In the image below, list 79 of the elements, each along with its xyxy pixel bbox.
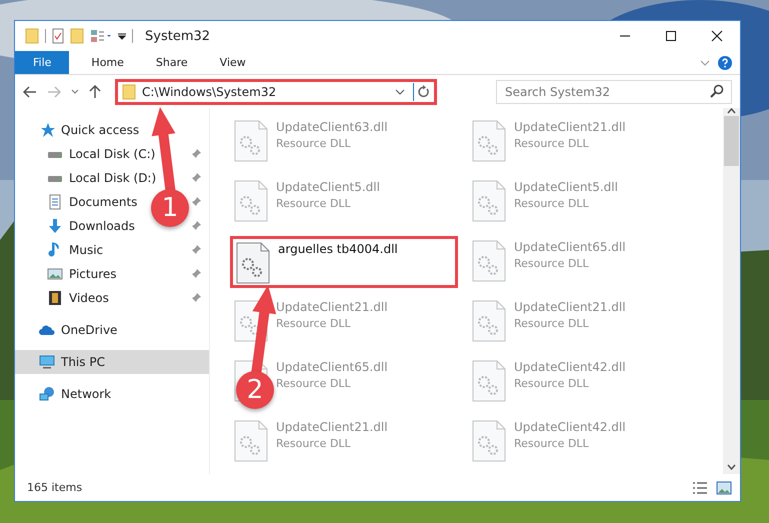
dropdown-icon[interactable] <box>118 32 126 40</box>
search-field[interactable]: Search System32 <box>496 80 732 104</box>
scroll-up-icon[interactable] <box>727 108 736 114</box>
file-type: Resource DLL <box>276 197 352 210</box>
tiles-view-icon[interactable] <box>716 480 732 494</box>
file-name: UpdateClient21.dll <box>276 300 388 314</box>
window-title: System32 <box>145 28 210 44</box>
file-type: Resource DLL <box>276 377 352 390</box>
file-name: UpdateClient5.dll <box>276 180 380 194</box>
dll-file-icon <box>234 180 268 222</box>
file-name: UpdateClient65.dll <box>514 240 626 254</box>
sidebar-item[interactable]: Videos <box>47 290 109 306</box>
file-type: Resource DLL <box>276 317 352 330</box>
file-type: Resource DLL <box>514 257 590 270</box>
sidebar-item[interactable]: Music <box>47 242 104 258</box>
maximize-icon <box>665 30 677 42</box>
file-type: Resource DLL <box>514 437 590 450</box>
sidebar-item[interactable]: Documents <box>47 194 138 210</box>
dll-file-icon <box>472 360 506 402</box>
dll-file-icon <box>472 300 506 342</box>
properties-icon[interactable] <box>52 28 64 44</box>
search-icon <box>710 84 724 98</box>
file-menu-button[interactable]: File <box>15 51 70 74</box>
sidebar-item[interactable]: Network <box>39 386 112 402</box>
folder-icon <box>25 28 39 44</box>
recent-dropdown-button[interactable] <box>71 88 79 94</box>
file-name: UpdateClient5.dll <box>514 180 618 194</box>
file-name: UpdateClient42.dll <box>514 360 626 374</box>
file-type: Resource DLL <box>514 137 590 150</box>
new-folder-icon <box>70 28 84 44</box>
sidebar-item[interactable]: Local Disk (D:) <box>47 170 156 186</box>
dll-file-icon <box>472 240 506 282</box>
folder-icon <box>122 84 136 100</box>
scroll-down-icon[interactable] <box>727 464 736 470</box>
file-type: Resource DLL <box>514 377 590 390</box>
address-field[interactable]: C:\Windows\System32 <box>115 78 437 104</box>
chevron-icon[interactable] <box>395 88 405 94</box>
sidebar-item[interactable]: Local Disk (C:) <box>47 146 156 162</box>
dll-file-icon <box>472 180 506 222</box>
file-name: UpdateClient65.dll <box>276 360 388 374</box>
file-type: Resource DLL <box>514 317 590 330</box>
image-icon <box>47 266 63 282</box>
file-type: Resource DLL <box>514 197 590 210</box>
sidebar-item[interactable]: Quick access <box>39 122 140 138</box>
view-options-icon[interactable] <box>90 29 112 43</box>
file-name: UpdateClient42.dll <box>514 420 626 434</box>
ribbon-tab[interactable]: Share <box>140 51 204 74</box>
close-icon <box>711 30 723 42</box>
file-name: UpdateClient63.dll <box>276 120 388 134</box>
back-button[interactable] <box>23 86 37 98</box>
sidebar-item[interactable]: Downloads <box>47 218 135 234</box>
scrollbar[interactable] <box>723 108 740 474</box>
dll-file-icon <box>472 120 506 162</box>
file-name: arguelles tb4004.dll <box>278 242 398 256</box>
file-type: Resource DLL <box>276 437 352 450</box>
ribbon-tab[interactable]: View <box>204 51 262 74</box>
network-icon <box>39 386 55 402</box>
sidebar-item[interactable]: OneDrive <box>39 322 118 338</box>
film-icon <box>47 290 63 306</box>
scroll-thumb[interactable] <box>724 116 739 166</box>
ribbon-tab[interactable]: Home <box>75 51 140 74</box>
file-name: UpdateClient21.dll <box>514 120 626 134</box>
dll-file-icon <box>234 420 268 462</box>
file-name: UpdateClient21.dll <box>276 420 388 434</box>
sidebar-item[interactable]: Pictures <box>47 266 117 282</box>
sidebar-item[interactable]: This PC <box>39 354 105 370</box>
help-icon[interactable] <box>718 56 732 70</box>
up-button[interactable] <box>89 84 101 98</box>
star-icon <box>39 122 55 138</box>
dll-file-icon <box>236 242 270 284</box>
document-icon <box>47 194 63 210</box>
download-icon <box>47 218 63 234</box>
dll-file-icon <box>234 120 268 162</box>
item-count: 165 items <box>27 481 82 494</box>
file-name: UpdateClient21.dll <box>514 300 626 314</box>
dll-file-icon <box>472 420 506 462</box>
details-view-icon[interactable] <box>692 480 708 494</box>
file-type: Resource DLL <box>276 137 352 150</box>
monitor-icon <box>39 354 55 370</box>
